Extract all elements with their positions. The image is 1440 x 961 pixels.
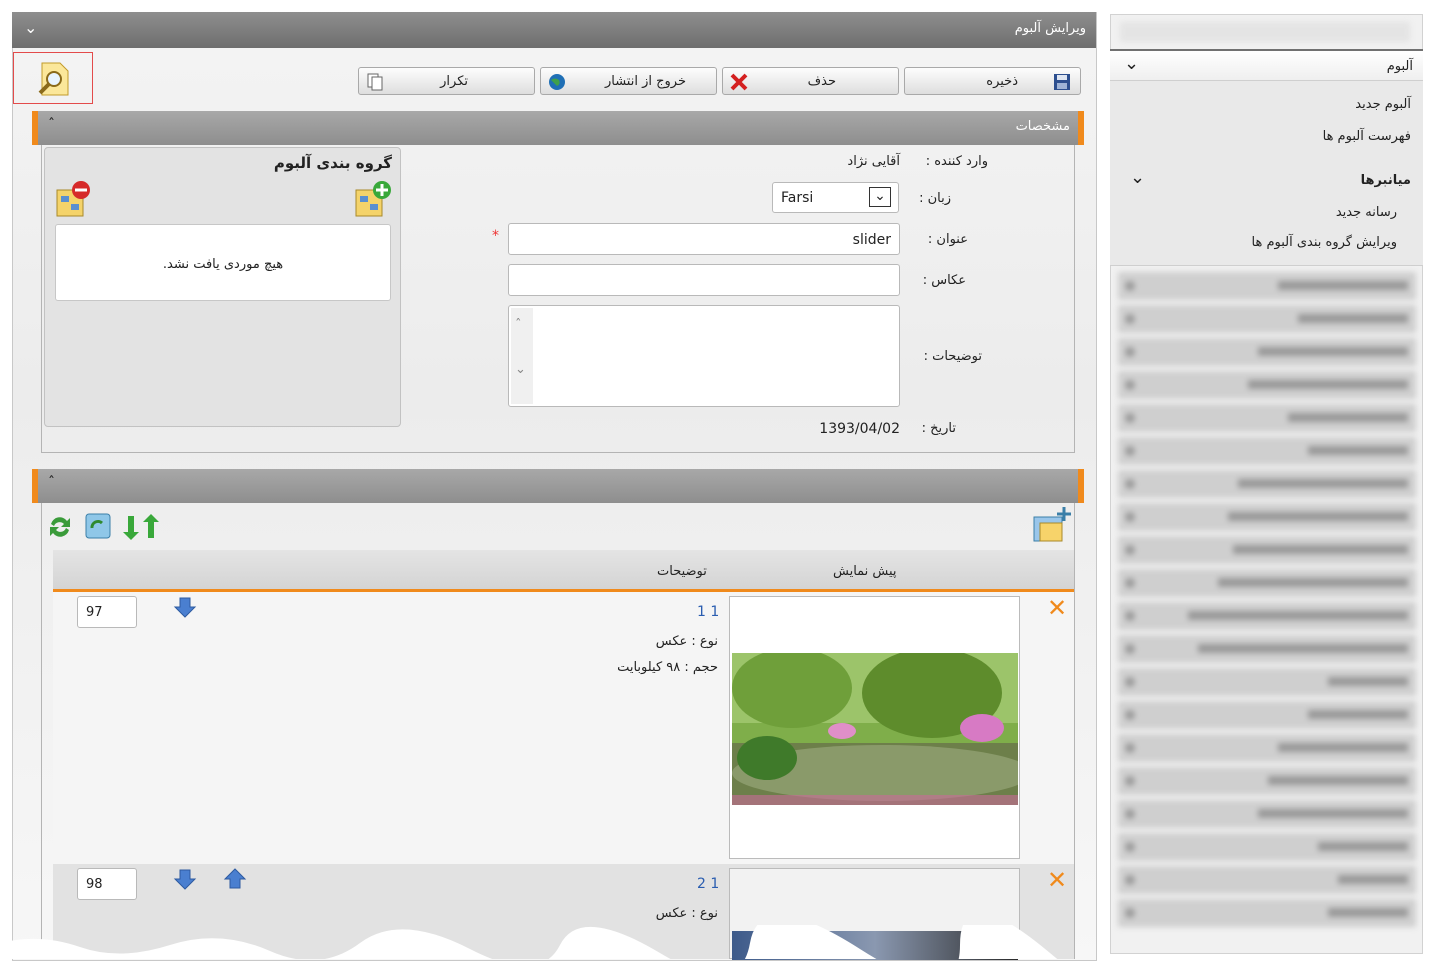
duplicate-button[interactable]: تکرار bbox=[358, 67, 535, 95]
remove-group-icon[interactable] bbox=[53, 180, 93, 220]
collapse-chevron-icon[interactable]: ⌄ bbox=[24, 18, 37, 37]
move-down-icon[interactable] bbox=[173, 596, 197, 618]
chevron-down-icon[interactable]: ⌄ bbox=[1124, 53, 1139, 74]
globe-icon bbox=[549, 74, 565, 90]
sidebar-shortcuts-label[interactable]: میانبرها bbox=[1361, 173, 1411, 188]
media-thumbnail[interactable] bbox=[729, 596, 1020, 859]
title-label: عنوان : bbox=[927, 232, 968, 247]
floppy-disk-icon bbox=[1054, 74, 1070, 90]
language-select[interactable]: Farsi ⌄ bbox=[772, 182, 899, 213]
chevron-down-icon[interactable]: ⌄ bbox=[1130, 167, 1145, 188]
sidebar-item-album-list[interactable]: فهرست آلبوم ها bbox=[1323, 129, 1411, 144]
chevron-down-icon[interactable]: ⌄ bbox=[869, 187, 891, 207]
title-input-value: slider bbox=[852, 232, 891, 248]
magnifier-document-icon bbox=[38, 62, 69, 96]
item-size: حجم : ۹۸ کیلوبایت bbox=[617, 660, 718, 675]
move-down-icon[interactable] bbox=[173, 868, 197, 890]
scroll-down-icon[interactable]: ⌄ bbox=[515, 362, 526, 377]
group-list: هیچ موردی یافت نشد. bbox=[55, 224, 391, 301]
window-titlebar: ویرایش آلبوم ⌄ bbox=[12, 12, 1096, 48]
order-input[interactable]: 98 bbox=[77, 868, 137, 900]
details-panel-title: مشخصات bbox=[1015, 119, 1070, 134]
sidebar-item-edit-album-groups[interactable]: ویرایش گروه بندی آلبوم ها bbox=[1252, 235, 1397, 250]
language-select-value: Farsi bbox=[781, 190, 814, 206]
column-preview: پیش نمایش bbox=[833, 564, 897, 579]
delete-button[interactable]: حذف bbox=[722, 67, 899, 95]
sidebar-item-new-media[interactable]: رسانه جدید bbox=[1336, 205, 1397, 220]
sidebar-item-new-album[interactable]: آلبوم جدید bbox=[1355, 97, 1411, 112]
album-grouping-box: گروه بندی آلبوم هیچ موردی یافت نشد. bbox=[44, 147, 401, 427]
title-input[interactable]: slider bbox=[508, 223, 900, 255]
sidebar-section-album-label: آلبوم bbox=[1386, 59, 1413, 74]
scroll-up-icon[interactable]: ˆ bbox=[515, 318, 522, 333]
album-grouping-title: گروه بندی آلبوم bbox=[273, 154, 392, 172]
item-type: نوع : عکس bbox=[655, 634, 718, 649]
order-input[interactable]: 97 bbox=[77, 596, 137, 628]
language-label: زبان : bbox=[919, 191, 951, 206]
description-textarea[interactable]: ˆ ⌄ bbox=[508, 305, 900, 407]
red-x-icon bbox=[730, 73, 748, 91]
details-panel-header[interactable]: مشخصات ˆ bbox=[32, 111, 1084, 145]
add-group-icon[interactable] bbox=[352, 180, 392, 220]
window-title: ویرایش آلبوم bbox=[1014, 21, 1086, 36]
collapse-up-icon[interactable]: ˆ bbox=[48, 117, 55, 133]
remove-item-icon[interactable]: ✕ bbox=[1047, 594, 1067, 622]
sidebar-section-album[interactable]: آلبوم ⌄ bbox=[1110, 49, 1423, 81]
date-label: تاریخ : bbox=[921, 421, 956, 436]
date-value: 1393/04/02 bbox=[819, 421, 900, 437]
preview-button[interactable] bbox=[13, 52, 93, 104]
table-row: ✕ 1 1 نوع : عکس حجم : ۹۸ کیلوبایت 97 bbox=[53, 592, 1074, 864]
media-panel-header[interactable]: ˆ bbox=[32, 469, 1084, 503]
required-marker: * bbox=[492, 228, 499, 244]
move-up-icon[interactable] bbox=[223, 868, 247, 890]
unpublish-button[interactable]: خروج از انتشار bbox=[540, 67, 717, 95]
empty-message: هیچ موردی یافت نشد. bbox=[162, 257, 284, 272]
sidebar-album-list: آلبوم جدید فهرست آلبوم ها میانبرها ⌄ رسا… bbox=[1110, 81, 1423, 266]
creator-value: آقایی نژاد bbox=[847, 154, 900, 169]
sidebar-blurred-rows bbox=[1118, 272, 1416, 942]
photographer-label: عکاس : bbox=[922, 273, 966, 288]
item-title[interactable]: 1 1 bbox=[697, 604, 719, 620]
textarea-scrollbar[interactable]: ˆ ⌄ bbox=[511, 308, 533, 404]
blurred-menu-icon bbox=[1118, 272, 1416, 927]
save-button[interactable]: ذخیره bbox=[904, 67, 1081, 95]
photographer-input[interactable] bbox=[508, 264, 900, 296]
media-table-header: پیش نمایش توضیحات bbox=[53, 550, 1074, 592]
remove-item-icon[interactable]: ✕ bbox=[1047, 866, 1067, 894]
creator-label: وارد کننده : bbox=[925, 154, 988, 169]
description-label: توضیحات : bbox=[923, 349, 982, 364]
copy-icon bbox=[367, 73, 383, 91]
sidebar-top-blur bbox=[1120, 22, 1410, 42]
item-type: نوع : عکس bbox=[655, 906, 718, 921]
item-title[interactable]: 2 1 bbox=[697, 876, 719, 892]
column-description: توضیحات bbox=[657, 564, 707, 579]
garden-pond-image bbox=[732, 653, 1018, 805]
collapse-up-icon[interactable]: ˆ bbox=[48, 475, 55, 491]
